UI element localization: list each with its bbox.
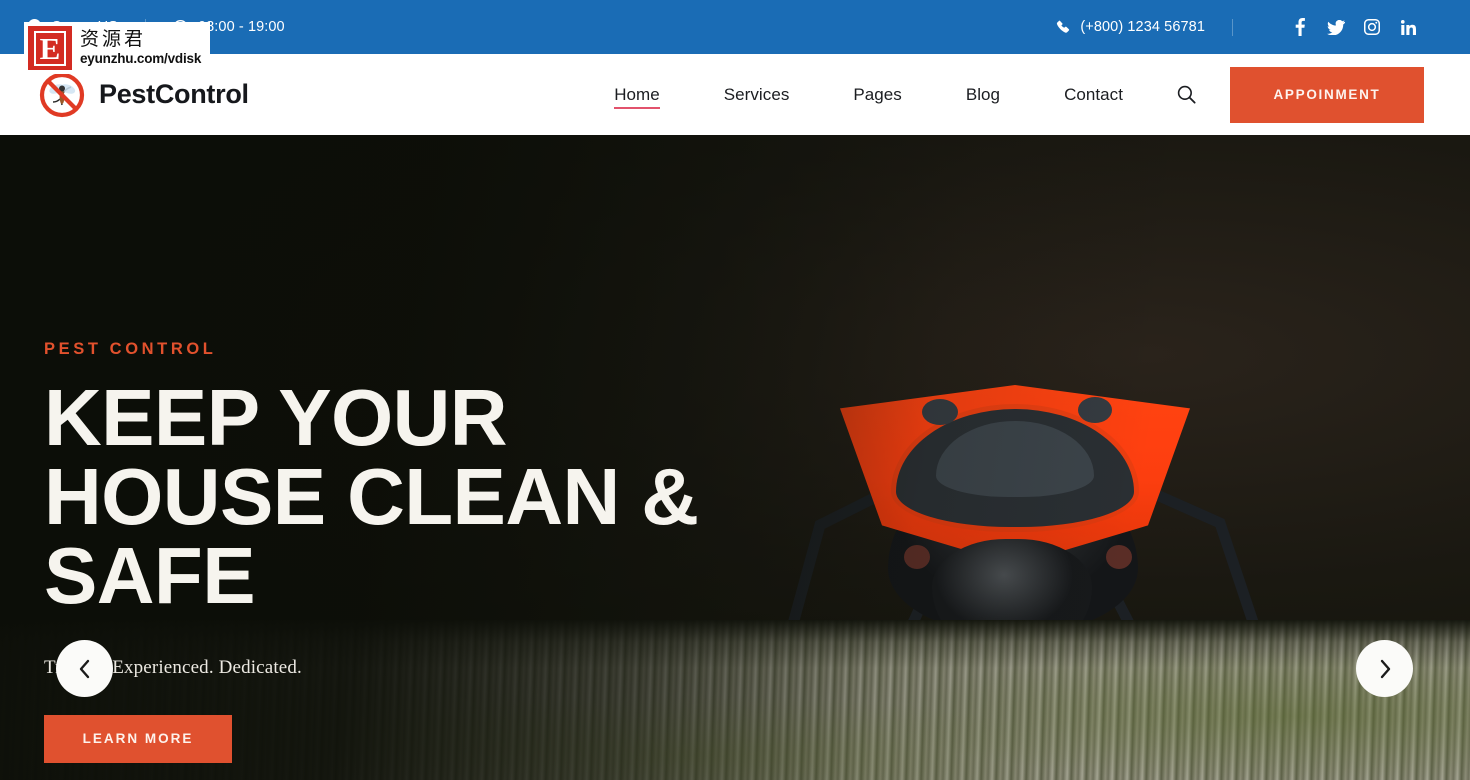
appointment-button[interactable]: APPOINMENT bbox=[1230, 66, 1424, 123]
watermark-text: 资源君 eyunzhu.com/vdisk bbox=[80, 28, 202, 67]
nav-item-contact[interactable]: Contact bbox=[1032, 54, 1155, 135]
main-nav: Home Services Pages Blog Contact APPOINM… bbox=[582, 54, 1470, 135]
social-links bbox=[1282, 12, 1426, 42]
watermark-title: 资源君 bbox=[80, 28, 147, 51]
nav-item-home[interactable]: Home bbox=[582, 54, 692, 135]
phone-text: (+800) 1234 56781 bbox=[1080, 19, 1205, 35]
hero-slider: PEST CONTROL KEEP YOUR HOUSE CLEAN & SAF… bbox=[0, 135, 1470, 780]
nav-item-blog[interactable]: Blog bbox=[934, 54, 1032, 135]
top-bar-divider-2 bbox=[1232, 18, 1233, 36]
search-icon[interactable] bbox=[1155, 54, 1220, 135]
learn-more-button[interactable]: LEARN MORE bbox=[44, 714, 232, 763]
brand-logo[interactable]: PestControl bbox=[38, 71, 249, 119]
brand-name: PestControl bbox=[99, 79, 249, 109]
carousel-prev-button[interactable] bbox=[56, 640, 113, 697]
site-header: PestControl Home Services Pages Blog Con… bbox=[0, 54, 1470, 135]
watermark-logo-letter: E bbox=[33, 30, 67, 66]
instagram-icon[interactable] bbox=[1354, 12, 1390, 42]
phone-icon bbox=[1056, 20, 1070, 34]
top-bar: Cross, US 08:00 - 19:00 (+800) 1234 5678… bbox=[0, 0, 1470, 54]
chevron-left-icon bbox=[78, 659, 92, 679]
hero-eyebrow: PEST CONTROL bbox=[44, 340, 217, 358]
hero-subtitle: Trusted. Experienced. Dedicated. bbox=[44, 656, 302, 678]
twitter-icon[interactable] bbox=[1318, 12, 1354, 42]
watermark-url: eyunzhu.com/vdisk bbox=[80, 51, 202, 67]
facebook-icon[interactable] bbox=[1282, 12, 1318, 42]
top-bar-right: (+800) 1234 56781 bbox=[1056, 12, 1426, 42]
nav-item-pages[interactable]: Pages bbox=[821, 54, 933, 135]
hero-title: KEEP YOUR HOUSE CLEAN & SAFE bbox=[44, 373, 699, 621]
watermark-overlay: E 资源君 eyunzhu.com/vdisk bbox=[24, 22, 210, 74]
linkedin-icon[interactable] bbox=[1390, 12, 1426, 42]
nav-item-services[interactable]: Services bbox=[692, 54, 822, 135]
hero-content: PEST CONTROL KEEP YOUR HOUSE CLEAN & SAF… bbox=[44, 340, 764, 763]
carousel-next-button[interactable] bbox=[1356, 640, 1413, 697]
hours-text: 08:00 - 19:00 bbox=[197, 19, 285, 35]
phone-info[interactable]: (+800) 1234 56781 bbox=[1056, 19, 1205, 35]
chevron-right-icon bbox=[1378, 659, 1392, 679]
watermark-logo-icon: E bbox=[28, 26, 72, 70]
no-mosquito-icon bbox=[38, 71, 86, 119]
